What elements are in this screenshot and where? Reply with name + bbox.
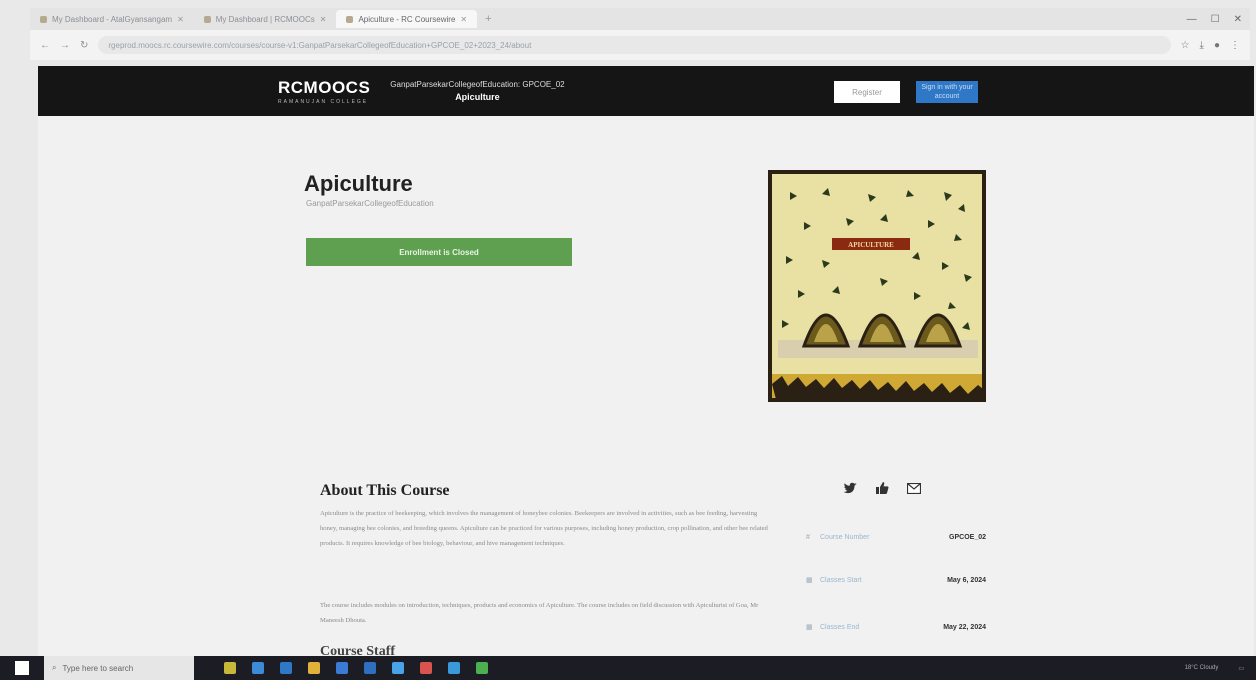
- site-logo[interactable]: RCMOOCS RAMANUJAN COLLEGE: [278, 78, 370, 105]
- meta-value: May 22, 2024: [943, 623, 986, 631]
- minimize-icon[interactable]: —: [1187, 14, 1197, 25]
- tab-close-icon[interactable]: ✕: [460, 15, 467, 24]
- os-taskbar: ⌕ Type here to search 18°C Cloudy ▭: [0, 656, 1256, 680]
- calendar-icon: ▦: [806, 624, 813, 631]
- meta-value: GPCOE_02: [949, 533, 986, 541]
- facebook-like-icon[interactable]: [876, 482, 889, 494]
- calendar-icon: ▦: [806, 577, 813, 584]
- menu-icon[interactable]: ⋮: [1230, 40, 1240, 51]
- browser-tab-active[interactable]: Apiculture - RC Coursewire ✕: [336, 10, 478, 28]
- course-title: Apiculture: [304, 171, 413, 196]
- app-icon[interactable]: [224, 662, 236, 674]
- tab-favicon-icon: [346, 15, 354, 23]
- course-number-icon: #: [806, 533, 810, 541]
- about-paragraph: The course includes modules on introduct…: [320, 602, 759, 624]
- meta-label: Classes End: [820, 623, 860, 631]
- tab-close-icon[interactable]: ✕: [177, 15, 184, 24]
- tab-label: Apiculture - RC Coursewire: [358, 14, 456, 24]
- meta-label: Course Number: [820, 533, 870, 541]
- browser-tab[interactable]: My Dashboard | RCMOOCs ✕: [194, 10, 337, 28]
- header-course-info: GanpatParsekarCollegeofEducation: GPCOE_…: [390, 80, 564, 102]
- address-bar[interactable]: rgeprod.moocs.rc.coursewire.com/courses/…: [98, 36, 1171, 54]
- classes-end-row: ▦ Classes End May 22, 2024: [806, 619, 986, 635]
- tab-close-icon[interactable]: ✕: [320, 15, 327, 24]
- notification-icon[interactable]: ▭: [1238, 665, 1244, 672]
- edge-icon[interactable]: [280, 662, 292, 674]
- chrome-icon[interactable]: [476, 662, 488, 674]
- forward-icon[interactable]: →: [60, 40, 70, 51]
- weather-text[interactable]: 18°C Cloudy: [1185, 665, 1219, 672]
- browser-tab[interactable]: My Dashboard - AtalGyansangam ✕: [30, 10, 194, 28]
- logo-text: RCMOOCS: [278, 77, 371, 97]
- course-image: APICULTURE: [768, 170, 986, 402]
- enrollment-status: Enrollment is Closed: [306, 238, 572, 266]
- url-text: rgeprod.moocs.rc.coursewire.com/courses/…: [108, 40, 532, 50]
- store-icon[interactable]: [336, 662, 348, 674]
- window-controls: — ☐ ✕: [1187, 14, 1250, 25]
- logo-subtext: RAMANUJAN COLLEGE: [278, 98, 369, 105]
- task-view-icon[interactable]: [252, 662, 264, 674]
- twitter-icon[interactable]: [844, 482, 858, 494]
- tab-label: My Dashboard | RCMOOCs: [215, 14, 315, 24]
- browser-tab-strip: My Dashboard - AtalGyansangam ✕ My Dashb…: [30, 8, 1250, 30]
- file-explorer-icon[interactable]: [308, 662, 320, 674]
- sign-in-button[interactable]: Sign in with your account: [916, 81, 978, 103]
- about-heading: About This Course: [320, 482, 450, 499]
- search-icon: ⌕: [52, 663, 57, 672]
- tab-label: My Dashboard - AtalGyansangam: [52, 14, 173, 24]
- share-links: [844, 482, 921, 494]
- mail-icon[interactable]: [364, 662, 376, 674]
- windows-icon: [15, 661, 29, 675]
- course-organization: GanpatParsekarCollegeofEducation: [306, 199, 434, 208]
- image-label: APICULTURE: [848, 241, 894, 249]
- about-paragraph: Apiculture is the practice of beekeeping…: [320, 510, 768, 547]
- maximize-icon[interactable]: ☐: [1211, 14, 1220, 25]
- email-icon[interactable]: [907, 482, 921, 494]
- header-course-name: Apiculture: [455, 92, 500, 102]
- main-content: Apiculture GanpatParsekarCollegeofEducat…: [38, 116, 1254, 659]
- screen: My Dashboard - AtalGyansangam ✕ My Dashb…: [0, 0, 1256, 680]
- tab-favicon-icon: [40, 15, 47, 23]
- app-icon[interactable]: [420, 662, 432, 674]
- taskbar-apps: [224, 662, 488, 674]
- profile-icon[interactable]: ●: [1214, 40, 1220, 51]
- system-tray: 18°C Cloudy ▭: [1185, 665, 1256, 672]
- meta-value: May 6, 2024: [947, 576, 986, 584]
- course-number-row: # Course Number GPCOE_02: [806, 529, 986, 545]
- app-icon[interactable]: [392, 662, 404, 674]
- taskbar-search[interactable]: ⌕ Type here to search: [44, 656, 194, 680]
- browser-toolbar: ← → ↻ rgeprod.moocs.rc.coursewire.com/co…: [30, 30, 1250, 60]
- download-icon[interactable]: ⤓: [1200, 40, 1204, 51]
- reload-icon[interactable]: ↻: [80, 40, 88, 51]
- start-button[interactable]: [0, 656, 44, 680]
- site-header: RCMOOCS RAMANUJAN COLLEGE GanpatParsekar…: [38, 66, 1254, 116]
- classes-start-row: ▦ Classes Start May 6, 2024: [806, 572, 986, 588]
- register-button[interactable]: Register: [834, 81, 900, 103]
- close-window-icon[interactable]: ✕: [1234, 14, 1242, 25]
- bookmark-star-icon[interactable]: ☆: [1181, 40, 1190, 51]
- header-course-org: GanpatParsekarCollegeofEducation: GPCOE_…: [390, 80, 565, 89]
- app-icon[interactable]: [448, 662, 460, 674]
- tab-favicon-icon: [203, 15, 211, 23]
- meta-label: Classes Start: [820, 576, 862, 584]
- beehives: [801, 313, 963, 348]
- taskbar-search-placeholder: Type here to search: [62, 663, 134, 673]
- new-tab-icon[interactable]: +: [477, 13, 499, 25]
- back-icon[interactable]: ←: [40, 40, 50, 51]
